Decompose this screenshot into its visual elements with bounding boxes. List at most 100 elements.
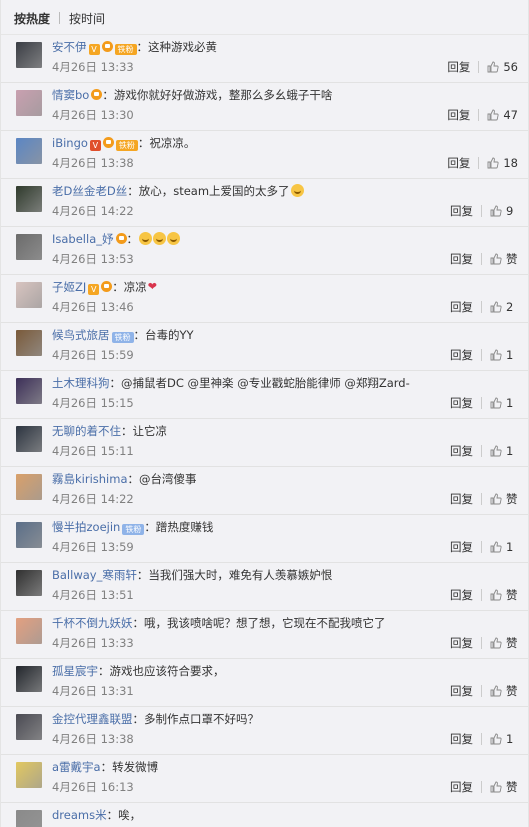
colon-separator: ：: [121, 424, 133, 438]
colon-separator: ：: [102, 88, 114, 102]
reply-button[interactable]: 回复: [450, 539, 473, 555]
reply-button[interactable]: 回复: [450, 443, 473, 459]
avatar-image: [16, 810, 42, 827]
comment-username[interactable]: 情窦bo: [52, 88, 89, 102]
like-button[interactable]: 1: [490, 347, 518, 363]
avatar[interactable]: [16, 138, 42, 164]
like-button[interactable]: 2: [490, 299, 518, 315]
comment-content: iBingo V 铁粉 ：祝凉凉。: [52, 135, 518, 152]
action-divider: [481, 349, 482, 361]
reply-button[interactable]: 回复: [450, 395, 473, 411]
avatar[interactable]: [16, 90, 42, 116]
reply-button[interactable]: 回复: [450, 683, 473, 699]
reply-button[interactable]: 回复: [450, 587, 473, 603]
comment-content: 千杯不倒九妖妖：哦，我该喷啥呢？想了想，它现在不配我喷它了: [52, 615, 518, 632]
crying-emoji-icon: [167, 232, 180, 245]
avatar[interactable]: [16, 618, 42, 644]
crying-emoji-icon: [290, 184, 304, 197]
like-button[interactable]: 赞: [490, 635, 518, 651]
avatar-image: [16, 138, 42, 164]
reply-button[interactable]: 回复: [447, 107, 470, 123]
like-button[interactable]: 9: [490, 203, 518, 219]
avatar[interactable]: [16, 186, 42, 212]
avatar[interactable]: [16, 762, 42, 788]
like-button[interactable]: 1: [490, 539, 518, 555]
avatar[interactable]: [16, 522, 42, 548]
comment-item: iBingo V 铁粉 ：祝凉凉。 4月26日 13:38 回复 18: [1, 130, 528, 178]
avatar[interactable]: [16, 330, 42, 356]
reply-button[interactable]: 回复: [450, 251, 473, 267]
like-count: 1: [506, 540, 514, 554]
like-button[interactable]: 赞: [490, 491, 518, 507]
like-button[interactable]: 赞: [490, 251, 518, 267]
reply-button[interactable]: 回复: [450, 731, 473, 747]
comment-username[interactable]: 无聊的着不住: [52, 424, 121, 438]
comment-username[interactable]: 孤星宸宇: [52, 664, 98, 678]
member-crown-icon: [115, 233, 127, 244]
comment-username[interactable]: 千杯不倒九妖妖: [52, 616, 133, 630]
comment-username[interactable]: Ballway_寒雨轩: [52, 568, 137, 582]
tab-sort-by-hot[interactable]: 按热度: [14, 10, 50, 27]
comment-username[interactable]: 慢半拍zoejin: [52, 520, 120, 534]
action-divider: [481, 781, 482, 793]
reply-button[interactable]: 回复: [450, 203, 473, 219]
avatar[interactable]: [16, 810, 42, 827]
comment-text: @台湾傻事: [139, 472, 197, 486]
comment-username[interactable]: 霧島kirishima: [52, 472, 128, 486]
avatar[interactable]: [16, 426, 42, 452]
comment-timestamp: 4月26日 15:59: [52, 348, 134, 362]
colon-separator: ：: [137, 136, 150, 150]
comment-username[interactable]: 安不伊: [52, 40, 87, 54]
comment-content: 无聊的着不住：让它凉: [52, 423, 518, 440]
comment-username[interactable]: Isabella_妤: [52, 232, 114, 246]
avatar[interactable]: [16, 714, 42, 740]
thumbs-up-icon: [490, 589, 502, 601]
comment-username[interactable]: iBingo: [52, 136, 88, 150]
avatar-image: [16, 330, 42, 356]
comment-username[interactable]: dreams米: [52, 808, 107, 822]
comment-username[interactable]: 候鸟式旅居: [52, 328, 110, 342]
reply-button[interactable]: 回复: [450, 635, 473, 651]
comment-timestamp: 4月26日 13:51: [52, 588, 134, 602]
comment-username[interactable]: 老D丝金老D丝: [52, 184, 127, 198]
like-button[interactable]: 1: [490, 443, 518, 459]
tab-sort-by-time[interactable]: 按时间: [69, 10, 105, 27]
avatar[interactable]: [16, 378, 42, 404]
like-button[interactable]: 56: [487, 59, 518, 75]
comment-username[interactable]: 子姬ZJ: [52, 280, 86, 294]
like-count: 赞: [506, 252, 518, 266]
like-button[interactable]: 18: [487, 155, 518, 171]
comment-content: 候鸟式旅居 铁粉 ：台毒的YY: [52, 327, 518, 344]
thumbs-up-icon: [490, 685, 502, 697]
comment-text: 转发微博: [112, 760, 159, 774]
thumbs-up-icon: [490, 397, 502, 409]
reply-button[interactable]: 回复: [450, 779, 473, 795]
reply-button[interactable]: 回复: [450, 347, 473, 363]
avatar[interactable]: [16, 570, 42, 596]
avatar[interactable]: [16, 234, 42, 260]
reply-button[interactable]: 回复: [450, 491, 473, 507]
avatar[interactable]: [16, 666, 42, 692]
like-button[interactable]: 赞: [490, 779, 518, 795]
fan-badge: 铁粉: [111, 332, 134, 343]
like-button[interactable]: 47: [487, 107, 518, 123]
like-button[interactable]: 赞: [490, 683, 518, 699]
reply-button[interactable]: 回复: [447, 59, 470, 75]
like-button[interactable]: 1: [490, 395, 518, 411]
reply-button[interactable]: 回复: [450, 299, 473, 315]
comment-text: @捕鼠者DC @里神楽 @专业戳蛇胎能律师 @郑翔Zard-: [121, 376, 410, 390]
avatar[interactable]: [16, 474, 42, 500]
avatar-image: [16, 378, 42, 404]
action-divider: [478, 61, 480, 73]
thumbs-up-icon: [490, 301, 502, 313]
like-button[interactable]: 1: [490, 731, 518, 747]
comment-username[interactable]: 土木理科狗: [52, 376, 110, 390]
avatar[interactable]: [16, 282, 42, 308]
reply-button[interactable]: 回复: [447, 155, 470, 171]
like-count: 18: [503, 156, 518, 170]
like-button[interactable]: 赞: [490, 587, 518, 603]
comment-content: 情窦bo ：游戏你就好好做游戏，整那么多幺蛾子干啥: [52, 87, 518, 104]
comment-username[interactable]: a雷戴宇a: [52, 760, 101, 774]
avatar[interactable]: [16, 42, 42, 68]
comment-username[interactable]: 金控代理鑫联盟: [52, 712, 133, 726]
